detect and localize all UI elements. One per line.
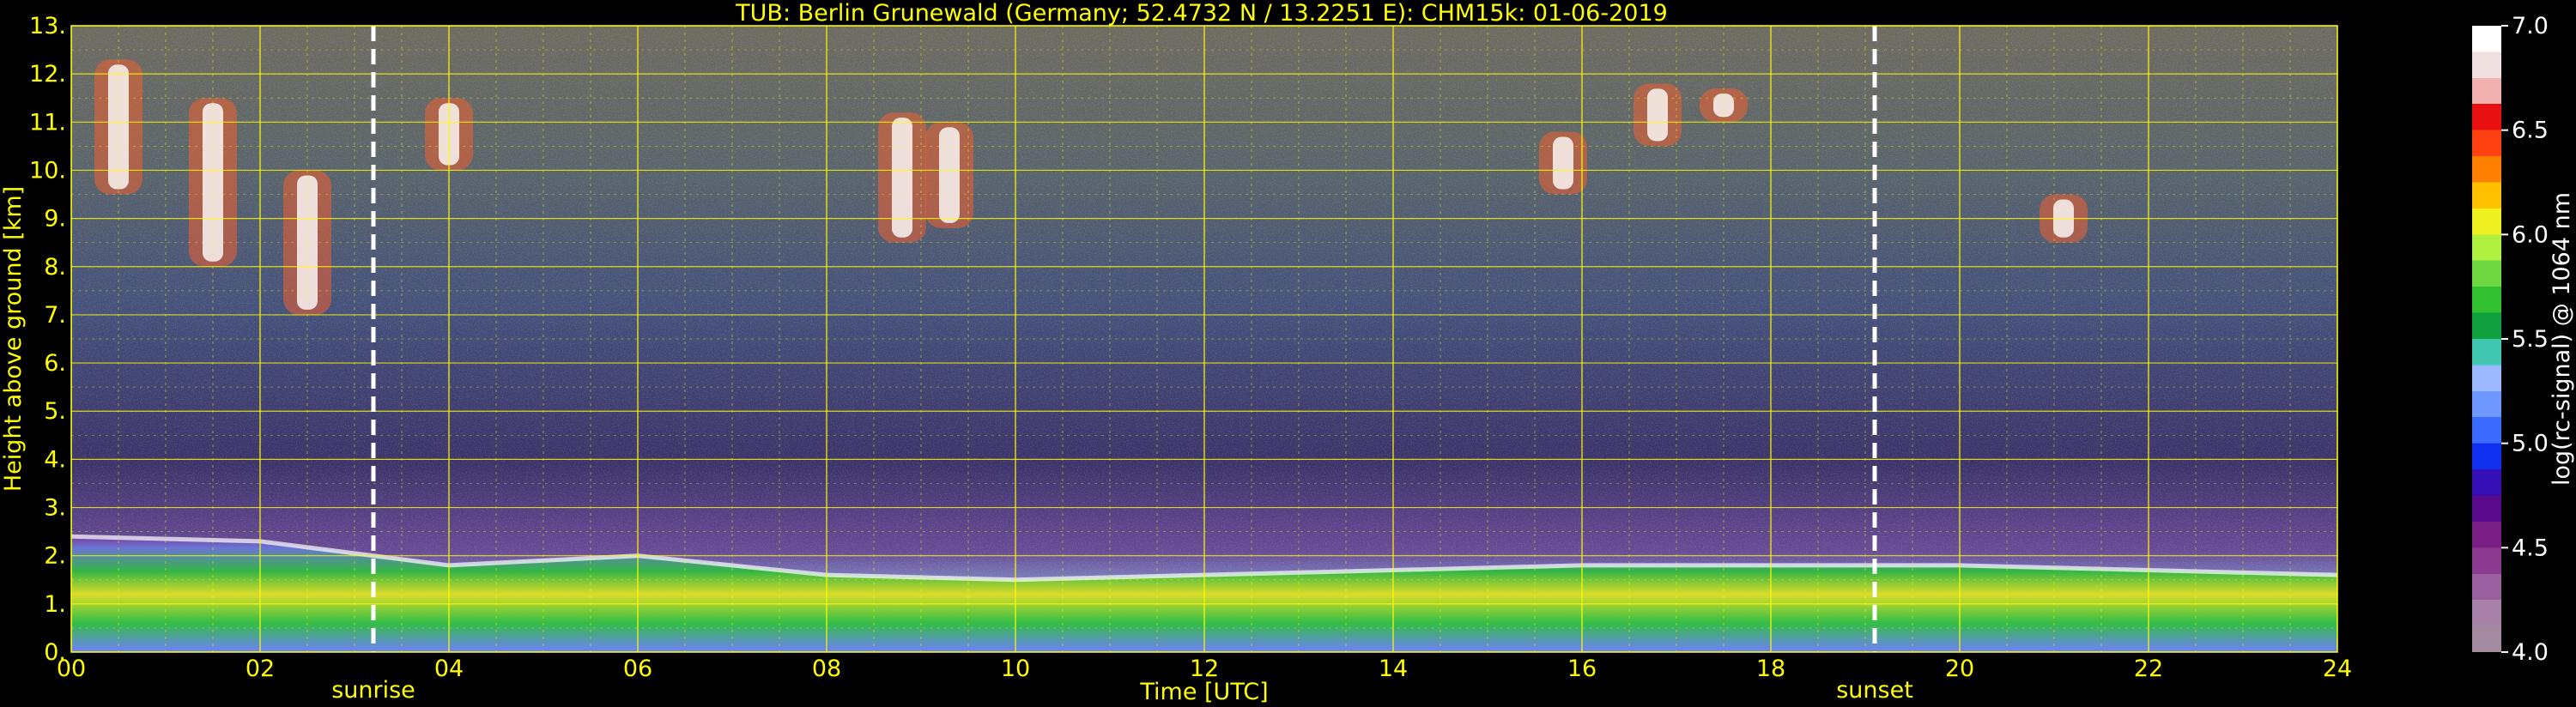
colorbar-tick-label: 6.5 bbox=[2512, 118, 2549, 144]
x-tick-label: 20 bbox=[1945, 656, 1974, 682]
plot-area bbox=[71, 26, 2337, 652]
y-tick-label: 8. bbox=[44, 254, 66, 281]
x-tick-label: 18 bbox=[1756, 656, 1785, 682]
colorbar-tick-label: 4.5 bbox=[2512, 535, 2549, 561]
y-tick-label: 9. bbox=[44, 206, 66, 233]
x-tick-label: 14 bbox=[1379, 656, 1408, 682]
cirrus-core bbox=[1647, 88, 1668, 142]
colorbar-tick-label: 5.5 bbox=[2512, 326, 2549, 353]
y-tick-label: 2. bbox=[44, 543, 66, 570]
x-tick-label: 02 bbox=[245, 656, 275, 682]
colorbar-tick-label: 6.0 bbox=[2512, 221, 2549, 248]
colorbar-label: log(rc-signal) @ 1064 nm bbox=[2549, 192, 2575, 486]
cirrus-core bbox=[1713, 94, 1734, 118]
colorbar-tick-label: 5.0 bbox=[2512, 431, 2549, 457]
marker-labels: sunrise sunset bbox=[331, 677, 1913, 704]
x-axis-label: Time [UTC] bbox=[1139, 679, 1268, 705]
y-tick-label: 7. bbox=[44, 302, 66, 329]
y-tick-label: 1. bbox=[44, 591, 66, 618]
y-tick-label: 10. bbox=[29, 157, 66, 184]
x-tick-label: 04 bbox=[434, 656, 464, 682]
y-tick-label: 6. bbox=[44, 350, 66, 377]
colorbar-tick-label: 4.0 bbox=[2512, 639, 2549, 666]
x-tick-label: 24 bbox=[2323, 656, 2352, 682]
y-tick-label: 12. bbox=[29, 61, 66, 88]
colorbar-rect bbox=[2472, 26, 2501, 652]
x-tick-label: 08 bbox=[812, 656, 841, 682]
x-tick-label: 06 bbox=[623, 656, 652, 682]
y-tick-label: 4. bbox=[44, 446, 66, 473]
colorbar-tick-label: 7.0 bbox=[2512, 13, 2549, 39]
y-axis-ticks: 0. 1. 2. 3. 4. 5. 6. 7. 8. 9. 10. 11. 12. 13. bbox=[29, 13, 66, 666]
cirrus-core bbox=[892, 118, 912, 238]
cirrus-core bbox=[939, 127, 960, 223]
colorbar: 4.0 4.5 5.0 5.5 6.0 6.5 7.0 log(rc-signal) @ 1… bbox=[2472, 13, 2575, 666]
sun-marker-label: sunrise bbox=[331, 677, 415, 704]
cirrus-core bbox=[203, 103, 223, 262]
y-tick-label: 13. bbox=[29, 13, 66, 39]
y-tick-label: 11. bbox=[29, 109, 66, 136]
ceilometer-chart: TUB: Berlin Grunewald (Germany; 52.4732 … bbox=[0, 0, 2575, 705]
x-tick-label: 10 bbox=[1001, 656, 1030, 682]
y-tick-label: 5. bbox=[44, 398, 66, 425]
y-tick-label: 3. bbox=[44, 495, 66, 522]
chart-title: TUB: Berlin Grunewald (Germany; 52.4732 … bbox=[735, 0, 1668, 27]
sun-marker-label: sunset bbox=[1836, 677, 1913, 704]
y-axis-label: Height above ground [km] bbox=[0, 186, 27, 492]
y-tick-label: 0. bbox=[44, 639, 66, 666]
x-tick-label: 22 bbox=[2134, 656, 2163, 682]
cirrus-core bbox=[1553, 136, 1573, 190]
x-tick-label: 16 bbox=[1567, 656, 1597, 682]
colorbar-ticks: 4.0 4.5 5.0 5.5 6.0 6.5 7.0 bbox=[2501, 13, 2549, 666]
